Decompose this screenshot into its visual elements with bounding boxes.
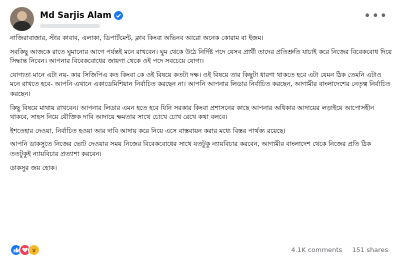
post-meta-placeholder <box>40 23 100 28</box>
post-paragraph: ডাকসুর জয় হোক। <box>10 163 57 172</box>
author-name[interactable]: Md Sarjis Alam <box>40 11 111 21</box>
facebook-post: Md Sarjis Alam ••• নাজিরাবাজার, স্টার কা… <box>0 0 398 259</box>
post-paragraph: সবকিছু আজকে রাতে ঘুমানোর আগে পর্যন্তই মন… <box>10 47 392 66</box>
post-paragraph: আপনি ডাকসুতে নিজের ভোট দেওয়ার সময় নিজে… <box>10 140 371 158</box>
post-footer: 4.1K comments 151 shares <box>10 243 388 257</box>
post-body: নাজিরাবাজার, স্টার কাবাব, এলাকা, ডিপার্ট… <box>10 34 392 177</box>
wow-reaction-icon <box>28 244 40 256</box>
more-options-icon[interactable]: ••• <box>364 9 388 23</box>
post-header: Md Sarjis Alam <box>10 5 124 33</box>
author-name-row: Md Sarjis Alam <box>40 11 124 21</box>
engagement-stats: 4.1K comments 151 shares <box>291 246 388 254</box>
shares-count[interactable]: 151 shares <box>352 246 388 254</box>
verified-badge-icon <box>114 11 124 20</box>
author-info: Md Sarjis Alam <box>40 11 124 28</box>
post-paragraph: নাজিরাবাজার, স্টার কাবাব, এলাকা, ডিপার্ট… <box>10 34 264 42</box>
post-paragraph: কিছু বিষয়ে মাথায় রাখবেন। আপনার লিডার এ… <box>10 103 375 122</box>
post-paragraph: যোগ্যতা মানে এটা নয়- কার সিজিপিএ কত কিং… <box>10 70 391 98</box>
post-paragraph: ইশতেহার দেওয়া, নির্বাচিত হওয়া আর দাবি … <box>10 126 286 135</box>
reaction-summary[interactable] <box>10 244 44 256</box>
comments-count[interactable]: 4.1K comments <box>291 246 342 254</box>
author-avatar[interactable] <box>10 7 34 31</box>
